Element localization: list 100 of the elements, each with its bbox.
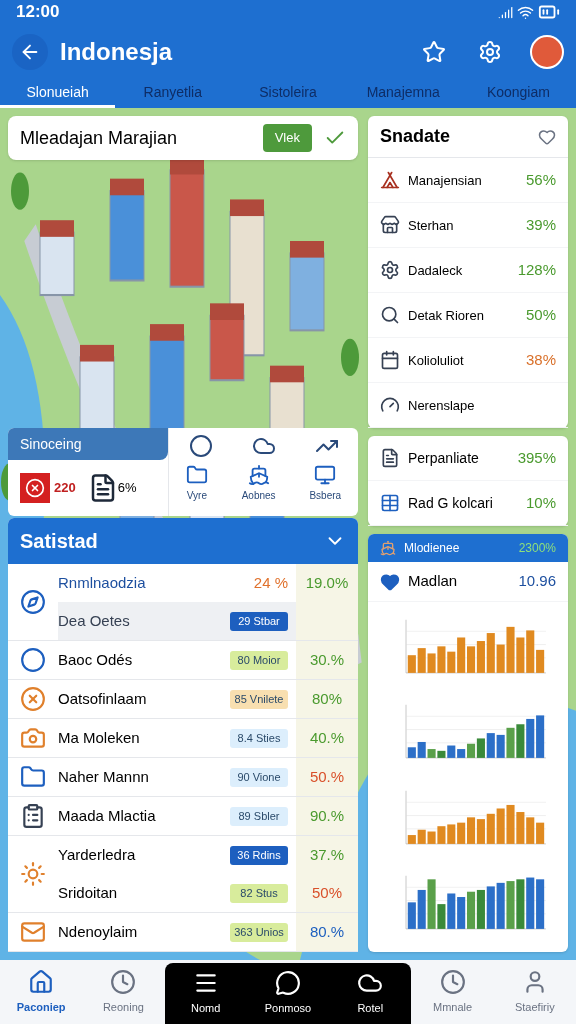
bar [476, 640, 485, 673]
bar [516, 811, 525, 844]
summary-row[interactable]: Manajensian 56% [368, 158, 568, 203]
home-icon [28, 968, 55, 995]
count-tag: 90 Vione [230, 767, 288, 787]
avatar[interactable] [530, 35, 564, 69]
bar [407, 654, 416, 673]
bar [496, 808, 505, 844]
summary-name: Kolioluliot [408, 352, 465, 368]
bar [457, 822, 466, 844]
bar [536, 715, 545, 759]
report-value: 10% [525, 492, 556, 513]
summary-value: 56% [525, 169, 556, 190]
stat-row[interactable]: Maada Mlactia 89 Sbler 90.% [58, 797, 358, 835]
chat-bubble-icon [275, 970, 301, 997]
bar [506, 804, 515, 844]
category-icon [20, 803, 46, 829]
count-tag: 8.4 Sties [230, 728, 288, 748]
heart-icon[interactable] [538, 127, 556, 146]
chart-label-value: 10.96 [518, 571, 556, 592]
summary-title: Snadate [380, 125, 451, 148]
bar [467, 817, 476, 844]
tree [11, 172, 29, 210]
count-tag: 89 Sbler [230, 806, 288, 826]
signal-icon [498, 4, 513, 20]
category-icon [20, 686, 46, 712]
report-value: 395% [517, 447, 556, 468]
summary-icon [380, 260, 400, 280]
summary-icon [380, 395, 400, 415]
nav-item[interactable]: Staefiriy [493, 960, 576, 1024]
clock-icon [439, 968, 466, 995]
bar [516, 637, 525, 673]
nav-item[interactable]: Paconiep [0, 960, 83, 1024]
bar [417, 647, 426, 673]
bar [526, 877, 535, 930]
summary-value: 50% [525, 304, 556, 325]
stat-row[interactable]: Sridoitan 82 Stus 50% [58, 874, 358, 912]
report-name: Perpanliate [408, 448, 480, 468]
bar [516, 724, 525, 759]
stat-value: 80.% [309, 921, 345, 942]
nav-item[interactable]: Rotel [329, 963, 412, 1024]
stat-name: Maada Mlactia [58, 805, 157, 826]
clock-icon [110, 968, 137, 995]
bar [536, 879, 545, 930]
bar [476, 738, 485, 759]
nav-item[interactable]: Ponmoso [246, 963, 330, 1024]
summary-row[interactable]: Nerenslape [368, 383, 568, 428]
summary-name: Dadaleck [408, 262, 464, 278]
summary-name: Detak Rioren [408, 307, 485, 323]
category-icon [20, 764, 46, 790]
bar [407, 747, 416, 759]
count-tag: 36 Rdins [230, 845, 288, 865]
settings-icon[interactable] [478, 40, 502, 64]
bar [526, 817, 535, 844]
heart-icon [380, 571, 400, 592]
stat-name: Yarderledra [58, 844, 137, 865]
nav-item[interactable]: Reoning [82, 960, 165, 1024]
bar [417, 890, 426, 930]
boat-icon [380, 540, 396, 556]
summary-name: Nerenslape [408, 397, 476, 413]
bar [447, 824, 456, 844]
stat-row[interactable]: Ma Moleken 8.4 Sties 40.% [58, 719, 358, 757]
nav-item[interactable]: Mmnale [411, 960, 494, 1024]
stat-row[interactable]: Naher Mannn 90 Vione 50.% [58, 758, 358, 796]
summary-row[interactable]: Dadaleck 128% [368, 248, 568, 293]
stat-row[interactable]: Oatsofinlaam 85 Vnilete 80% [58, 680, 358, 718]
summary-value: 39% [525, 214, 556, 235]
category-icon [20, 725, 46, 751]
summary-value: 128% [517, 259, 556, 280]
bar [457, 897, 466, 930]
star-icon[interactable] [422, 40, 446, 64]
summary-row[interactable]: Sterhan 39% [368, 203, 568, 248]
summary-row[interactable]: Kolioluliot 38% [368, 338, 568, 383]
stat-name: Ndenoylaim [58, 921, 139, 942]
stat-value: 37.% [309, 844, 345, 865]
stat-value: 90.% [309, 805, 345, 826]
bar [536, 822, 545, 844]
count-tag: 363 Unios [230, 922, 288, 942]
stat-row[interactable]: Yarderledra 36 Rdins 37.% [58, 836, 358, 874]
stat-row[interactable]: Ndenoylaim 363 Unios 80.% [58, 913, 358, 951]
stat-value: 40.% [309, 727, 345, 748]
category-icon [20, 919, 46, 945]
summary-row[interactable]: Detak Rioren 50% [368, 293, 568, 338]
summary-icon [380, 215, 400, 235]
stat-name: Naher Mannn [58, 766, 150, 787]
chart-card-value: 2300% [518, 540, 556, 557]
bar [476, 890, 485, 930]
chart-card-title: Mlodienee [404, 540, 461, 557]
stat-value: 80% [312, 688, 342, 709]
status-time: 12:00 [16, 1, 60, 24]
back-button[interactable] [12, 34, 48, 70]
report-icon [380, 493, 400, 513]
bar [427, 653, 436, 673]
count-tag: 82 Stus [230, 883, 288, 903]
bar [526, 719, 535, 759]
nav-item[interactable]: Nomd [164, 963, 247, 1024]
count-tag: 85 Vnilete [230, 689, 288, 709]
report-row[interactable]: Rad G kolcari 10% [368, 481, 568, 526]
report-row[interactable]: Perpanliate 395% [368, 436, 568, 481]
chart-label: Madlan [408, 571, 459, 592]
